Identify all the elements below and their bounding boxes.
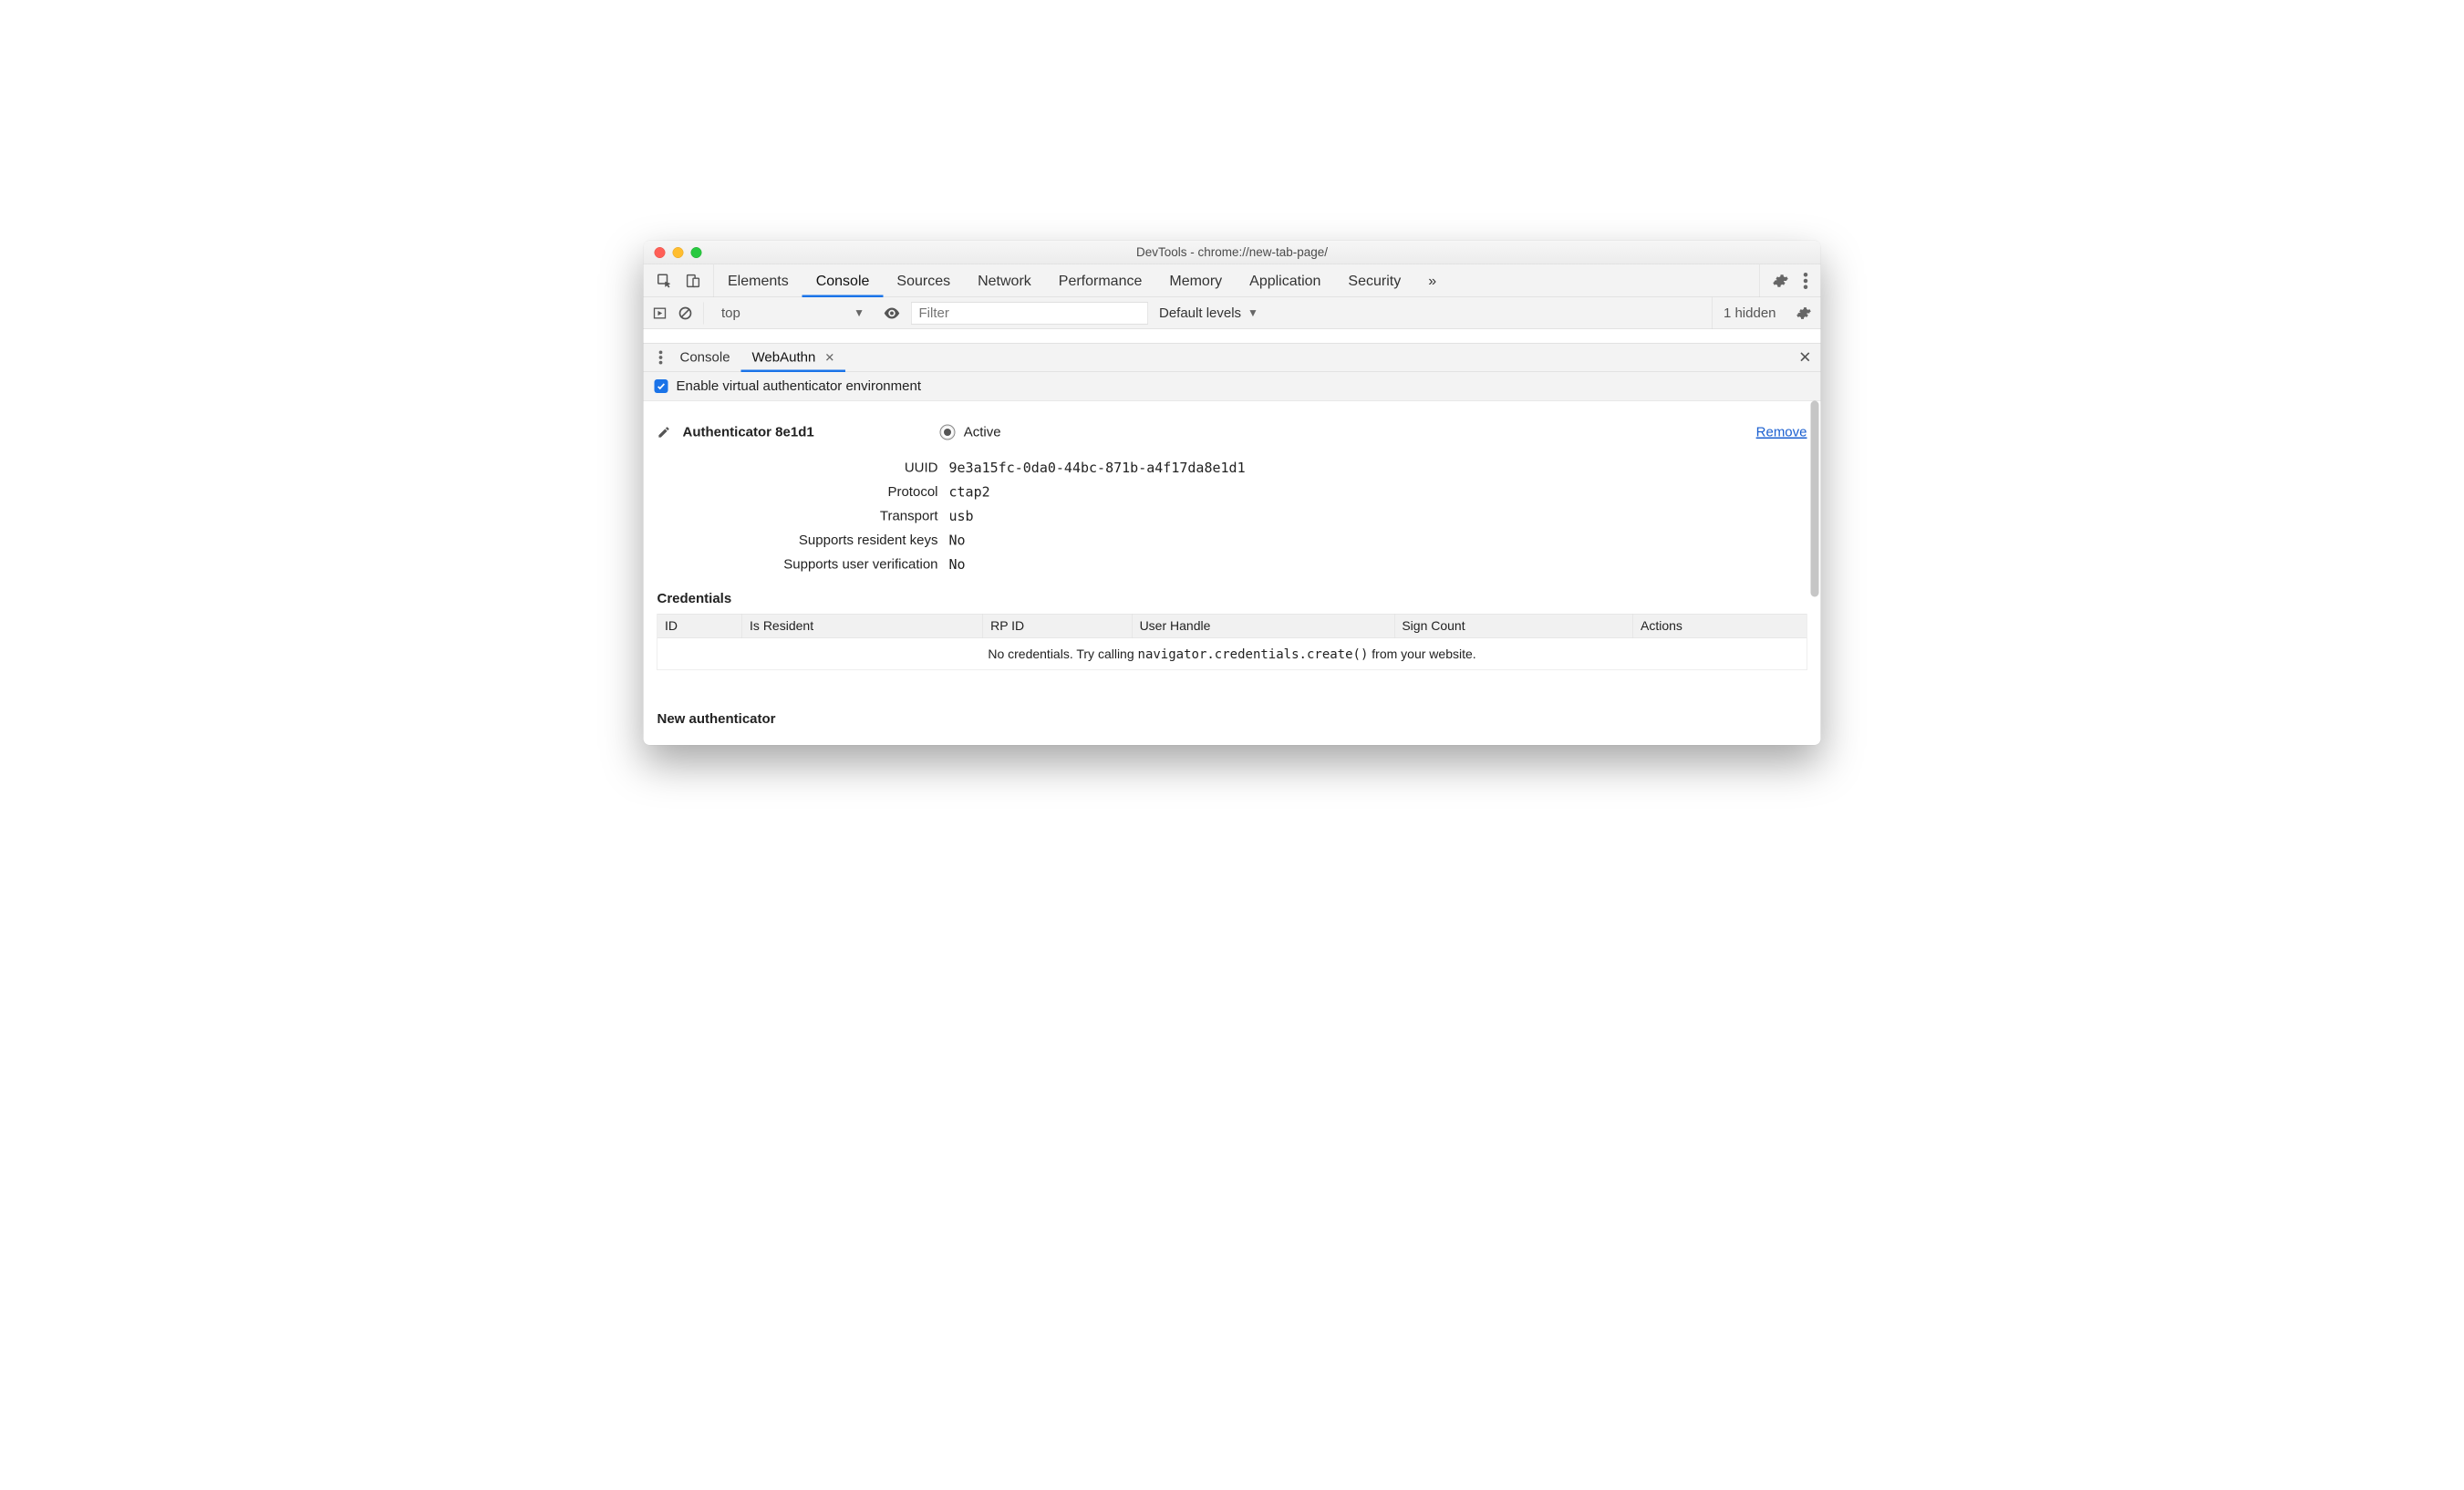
more-menu-icon[interactable] — [1804, 273, 1808, 289]
authenticator-active-label: Active — [964, 425, 1001, 440]
close-drawer-icon[interactable]: ✕ — [1798, 348, 1811, 367]
device-toolbar-icon[interactable] — [686, 273, 701, 289]
drawer-tab-webauthn[interactable]: WebAuthn ✕ — [741, 344, 846, 372]
protocol-value: ctap2 — [949, 484, 1807, 501]
col-user-handle[interactable]: User Handle — [1132, 614, 1394, 638]
window-title: DevTools - chrome://new-tab-page/ — [644, 245, 1821, 260]
col-actions[interactable]: Actions — [1633, 614, 1807, 638]
tab-memory[interactable]: Memory — [1155, 264, 1236, 297]
webauthn-panel: Authenticator 8e1d1 Active Remove UUID 9… — [644, 401, 1821, 746]
authenticator-active-radio[interactable] — [940, 425, 956, 440]
edit-pencil-icon[interactable] — [657, 426, 671, 440]
drawer-tab-console[interactable]: Console — [669, 344, 741, 372]
devtools-window: DevTools - chrome://new-tab-page/ Elemen… — [644, 241, 1821, 745]
tab-sources[interactable]: Sources — [883, 264, 964, 297]
context-selector[interactable]: top ▼ — [713, 302, 873, 324]
chevron-down-icon: ▼ — [1248, 306, 1258, 319]
resident-value: No — [949, 533, 1807, 549]
credentials-table: ID Is Resident RP ID User Handle Sign Co… — [657, 614, 1807, 670]
protocol-label: Protocol — [694, 484, 949, 501]
tab-performance[interactable]: Performance — [1045, 264, 1156, 297]
authenticator-properties: UUID 9e3a15fc-0da0-44bc-871b-a4f17da8e1d… — [694, 460, 1807, 574]
transport-label: Transport — [694, 509, 949, 525]
col-is-resident[interactable]: Is Resident — [742, 614, 983, 638]
settings-gear-icon[interactable] — [1773, 273, 1789, 289]
authenticator-header: Authenticator 8e1d1 Active Remove — [657, 418, 1807, 444]
uv-value: No — [949, 557, 1807, 574]
titlebar: DevTools - chrome://new-tab-page/ — [644, 241, 1821, 264]
uuid-value: 9e3a15fc-0da0-44bc-871b-a4f17da8e1d1 — [949, 460, 1807, 477]
enable-virtual-authenticator-checkbox[interactable] — [655, 379, 668, 393]
drawer-tabbar: Console WebAuthn ✕ ✕ — [644, 343, 1821, 372]
close-tab-icon[interactable]: ✕ — [824, 350, 834, 365]
tab-elements[interactable]: Elements — [714, 264, 802, 297]
chevron-down-icon: ▼ — [854, 306, 864, 319]
tab-security[interactable]: Security — [1334, 264, 1414, 297]
tab-network[interactable]: Network — [964, 264, 1045, 297]
remove-authenticator-link[interactable]: Remove — [1756, 425, 1807, 440]
col-sign-count[interactable]: Sign Count — [1394, 614, 1633, 638]
resident-label: Supports resident keys — [694, 533, 949, 549]
transport-value: usb — [949, 509, 1807, 525]
main-tabbar: Elements Console Sources Network Perform… — [644, 264, 1821, 297]
credentials-heading: Credentials — [657, 591, 1807, 606]
uuid-label: UUID — [694, 460, 949, 477]
authenticator-name: Authenticator 8e1d1 — [683, 425, 814, 440]
tabs-overflow-button[interactable]: » — [1414, 264, 1450, 297]
tab-console[interactable]: Console — [802, 264, 884, 297]
console-settings-gear-icon[interactable] — [1796, 305, 1812, 321]
context-selector-value: top — [721, 305, 740, 321]
drawer-more-icon[interactable] — [653, 351, 669, 365]
tab-application[interactable]: Application — [1236, 264, 1334, 297]
new-authenticator-heading: New authenticator — [657, 711, 1807, 727]
clear-console-icon[interactable] — [678, 305, 693, 320]
console-toolbar: top ▼ Default levels ▼ 1 hidden — [644, 297, 1821, 329]
inspect-element-icon[interactable] — [657, 273, 673, 289]
col-rp-id[interactable]: RP ID — [983, 614, 1132, 638]
scrollbar[interactable] — [1811, 401, 1819, 597]
col-id[interactable]: ID — [657, 614, 742, 638]
enable-virtual-authenticator-label: Enable virtual authenticator environment — [677, 378, 921, 394]
live-expression-icon[interactable] — [884, 306, 900, 319]
enable-virtual-authenticator-row: Enable virtual authenticator environment — [644, 372, 1821, 401]
execute-icon[interactable] — [653, 305, 668, 320]
uv-label: Supports user verification — [694, 557, 949, 574]
log-levels-selector[interactable]: Default levels ▼ — [1159, 305, 1258, 321]
console-filter-input[interactable] — [911, 302, 1148, 324]
credentials-empty-row: No credentials. Try calling navigator.cr… — [657, 638, 1807, 670]
hidden-messages-count[interactable]: 1 hidden — [1712, 297, 1776, 329]
